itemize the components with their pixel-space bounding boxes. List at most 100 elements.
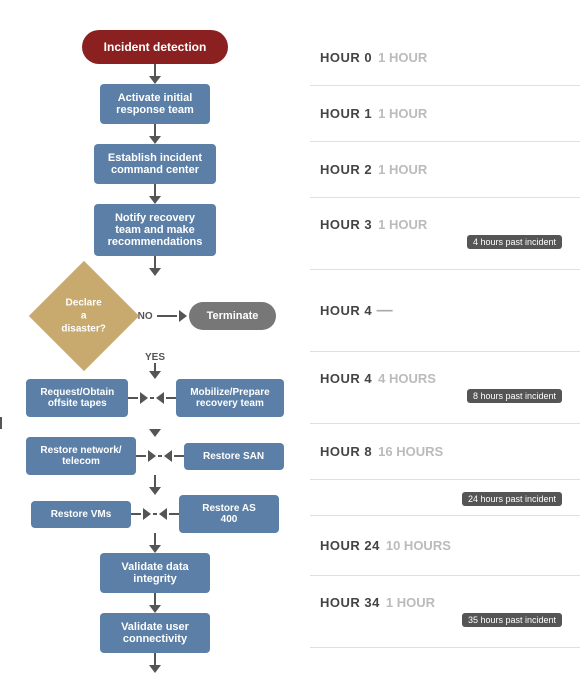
tl-duration-2: 1 HOUR: [378, 162, 427, 177]
connector-v9: [154, 653, 156, 665]
tl-row-5: HOUR 4 4 HOURS 8 hours past incident: [310, 352, 580, 424]
yes-section: YES: [145, 352, 165, 379]
restore-san-node: Restore SAN: [184, 443, 284, 470]
tl-row-7: 24 hours past incident: [310, 480, 580, 516]
tl-hour-6: HOUR 8: [320, 444, 372, 459]
establish-command-node: Establish incident command center: [94, 144, 216, 184]
mobilize-team-node: Mobilize/Prepare recovery team: [176, 379, 283, 417]
tl-row-6: HOUR 8 16 HOURS: [310, 424, 580, 480]
flowchart: Incident detection Activate initial resp…: [0, 20, 310, 673]
hline2-r: [174, 455, 184, 457]
tl-row-1: HOUR 1 1 HOUR: [310, 86, 580, 142]
hline2-m: [158, 455, 162, 457]
no-label: NO: [138, 311, 153, 322]
milestone-9: 35 hours past incident: [462, 613, 562, 627]
tl-row-3: HOUR 3 1 HOUR 4 hours past incident: [310, 198, 580, 270]
validate-user-node: Validate user connectivity: [100, 613, 210, 653]
incident-detection-node: Incident detection: [82, 30, 229, 64]
tl-row-4: HOUR 4 —: [310, 270, 580, 352]
arrow-5: [149, 429, 161, 437]
tl-inline-6: HOUR 8 16 HOURS: [320, 444, 570, 459]
arrow-6: [149, 487, 161, 495]
tl-duration-1: 1 HOUR: [378, 106, 427, 121]
connector-v6: [154, 475, 156, 487]
tl-inline-9: HOUR 34 1 HOUR: [320, 595, 570, 610]
milestone-9-wrap: 35 hours past incident: [320, 610, 570, 628]
no-branch: NO Terminate: [134, 302, 277, 330]
request-tapes-node: Request/Obtain offsite tapes: [26, 379, 128, 417]
diamond-shape: [28, 261, 138, 371]
milestone-3-wrap: 4 hours past incident: [320, 232, 570, 250]
hline-r: [166, 397, 176, 399]
milestone-7: 24 hours past incident: [462, 492, 562, 506]
milestone-7-wrap: 24 hours past incident: [320, 489, 570, 507]
milestone-3: 4 hours past incident: [467, 235, 562, 249]
arrow-l: [140, 392, 148, 404]
fc-row-0: Incident detection: [0, 30, 310, 64]
tl-hour-8: HOUR 24: [320, 538, 380, 553]
notify-recovery-node: Notify recovery team and make recommenda…: [94, 204, 217, 256]
arrow-no: [179, 310, 187, 322]
tl-duration-3: 1 HOUR: [378, 217, 427, 232]
hline2-l: [136, 455, 146, 457]
h-connector-3: [131, 510, 179, 518]
tl-hour-0: HOUR 0: [320, 50, 372, 65]
tl-hour-3: HOUR 3: [320, 217, 372, 232]
terminate-node: Terminate: [189, 302, 277, 330]
tl-duration-0: 1 HOUR: [378, 50, 427, 65]
tl-inline-3: HOUR 3 1 HOUR: [320, 217, 570, 232]
tl-row-0: HOUR 0 1 HOUR: [310, 30, 580, 86]
hline-m: [150, 397, 154, 399]
connector-yes: [154, 363, 156, 371]
arrow-1: [149, 76, 161, 84]
tl-row-8: HOUR 24 10 HOURS: [310, 516, 580, 576]
connector-v4: [154, 256, 156, 268]
connector-v2: [154, 124, 156, 136]
tl-inline-5: HOUR 4 4 HOURS: [320, 371, 570, 386]
milestone-5-wrap: 8 hours past incident: [320, 386, 570, 404]
tl-inline-4: HOUR 4 —: [320, 302, 570, 320]
connector-v8: [154, 593, 156, 605]
tl-hour-4: HOUR 4: [320, 303, 372, 318]
tl-row-9: HOUR 34 1 HOUR 35 hours past incident: [310, 576, 580, 648]
activate-team-node: Activate initial response team: [100, 84, 210, 124]
arrow2-l: [148, 450, 156, 462]
diamond-row: Declare a disaster? NO Terminate: [0, 276, 310, 356]
timeline: HOUR 0 1 HOUR HOUR 1 1 HOUR HOUR 2 1 HOU…: [310, 20, 580, 673]
arrow-9: [149, 665, 161, 673]
tl-inline-2: HOUR 2 1 HOUR: [320, 162, 570, 177]
arrow-4: [149, 268, 161, 276]
tl-row-2: HOUR 2 1 HOUR: [310, 142, 580, 198]
restore-vms-node: Restore VMs: [31, 501, 131, 528]
restore-as400-node: Restore AS 400: [179, 495, 279, 533]
tl-duration-5: 4 HOURS: [378, 371, 436, 386]
arrow-8: [149, 605, 161, 613]
tl-duration-6: 16 HOURS: [378, 444, 443, 459]
tl-inline-0: HOUR 0 1 HOUR: [320, 50, 570, 65]
connector-v3: [154, 184, 156, 196]
arrow3-r: [159, 508, 167, 520]
arrow-3: [149, 196, 161, 204]
milestone-5: 8 hours past incident: [467, 389, 562, 403]
tl-hour-5: HOUR 4: [320, 371, 372, 386]
hline-l: [128, 397, 138, 399]
arrow-7: [149, 545, 161, 553]
connector-v7: [154, 533, 156, 545]
tl-duration-9: 1 HOUR: [386, 595, 435, 610]
yes-label: YES: [145, 352, 165, 363]
tl-hour-2: HOUR 2: [320, 162, 372, 177]
hline3-r: [169, 513, 179, 515]
h-connector-1: [128, 394, 176, 402]
restore-network-node: Restore network/ telecom: [26, 437, 135, 475]
tl-inline-8: HOUR 24 10 HOURS: [320, 538, 570, 553]
declare-disaster-node: Declare a disaster?: [34, 276, 134, 356]
tl-hour-1: HOUR 1: [320, 106, 372, 121]
arrow2-r: [164, 450, 172, 462]
tl-duration-8: 10 HOURS: [386, 538, 451, 553]
hline3-m: [153, 513, 157, 515]
pair-row-3: Restore VMs Restore AS 400: [0, 495, 310, 533]
main-container: Incident detection Activate initial resp…: [0, 0, 580, 693]
pair-row-2: Restore network/ telecom Restore SAN: [0, 437, 310, 475]
arrow-r: [156, 392, 164, 404]
hline3-l: [131, 513, 141, 515]
